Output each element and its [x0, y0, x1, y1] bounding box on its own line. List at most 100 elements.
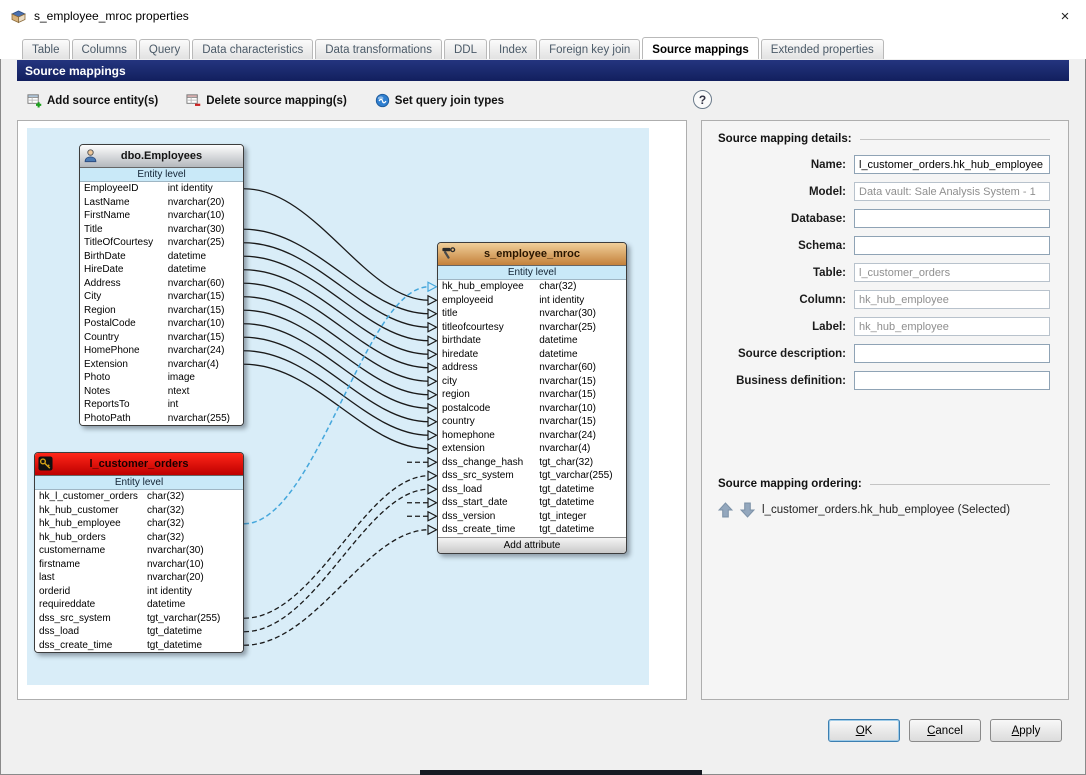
- set-query-join-types-button[interactable]: Set query join types: [375, 93, 504, 108]
- taskbar-sliver: [420, 770, 702, 775]
- column-row-firstname[interactable]: firstnamenvarchar(10): [35, 558, 243, 572]
- field-input-database[interactable]: [854, 209, 1050, 228]
- mapping-arrowhead: [428, 444, 437, 453]
- ok-button[interactable]: OK: [828, 719, 900, 742]
- diagram-canvas[interactable]: dbo.EmployeesEntity levelEmployeeIDint i…: [27, 128, 649, 685]
- column-row-titleofcourtesy[interactable]: titleofcourtesynvarchar(25): [438, 321, 626, 335]
- move-up-button[interactable]: [718, 502, 733, 518]
- mapping-wire[interactable]: [244, 489, 429, 632]
- column-row-homephone[interactable]: homephonenvarchar(24): [438, 429, 626, 443]
- field-input-name[interactable]: [854, 155, 1050, 174]
- column-row-title[interactable]: Titlenvarchar(30): [80, 223, 243, 237]
- column-row-hiredate[interactable]: hiredatedatetime: [438, 348, 626, 362]
- column-row-hiredate[interactable]: HireDatedatetime: [80, 263, 243, 277]
- column-name: FirstName: [84, 209, 168, 223]
- ordering-item[interactable]: l_customer_orders.hk_hub_employee (Selec…: [762, 504, 1010, 516]
- entity-l-customer-orders[interactable]: l_customer_ordersEntity levelhk_l_custom…: [34, 452, 244, 653]
- column-row-orderid[interactable]: orderidint identity: [35, 585, 243, 599]
- column-row-birthdate[interactable]: BirthDatedatetime: [80, 250, 243, 264]
- tab-columns[interactable]: Columns: [72, 39, 137, 59]
- column-row-postalcode[interactable]: postalcodenvarchar(10): [438, 402, 626, 416]
- column-type: tgt_integer: [539, 510, 622, 524]
- column-row-requireddate[interactable]: requireddatedatetime: [35, 598, 243, 612]
- column-row-hk-l-customer-orders[interactable]: hk_l_customer_orderschar(32): [35, 490, 243, 504]
- column-row-dss-load[interactable]: dss_loadtgt_datetime: [438, 483, 626, 497]
- field-label-column: Column:: [718, 294, 854, 306]
- delete-source-mapping-button[interactable]: Delete source mapping(s): [186, 93, 347, 108]
- add-source-entity-button[interactable]: Add source entity(s): [27, 93, 158, 108]
- tab-data-characteristics[interactable]: Data characteristics: [192, 39, 313, 59]
- tab-foreign-key-join[interactable]: Foreign key join: [539, 39, 640, 59]
- column-row-customername[interactable]: customernamenvarchar(30): [35, 544, 243, 558]
- column-row-address[interactable]: addressnvarchar(60): [438, 361, 626, 375]
- column-row-hk-hub-employee[interactable]: hk_hub_employeechar(32): [438, 280, 626, 294]
- column-row-dss-version[interactable]: dss_versiontgt_integer: [438, 510, 626, 524]
- entity-title: l_customer_orders: [89, 458, 188, 470]
- column-row-dss-start-date[interactable]: dss_start_datetgt_datetime: [438, 496, 626, 510]
- column-row-employeeid[interactable]: employeeidint identity: [438, 294, 626, 308]
- toolbar: Add source entity(s) Delete source mappi…: [17, 81, 1069, 120]
- column-row-postalcode[interactable]: PostalCodenvarchar(10): [80, 317, 243, 331]
- column-row-dss-src-system[interactable]: dss_src_systemtgt_varchar(255): [438, 469, 626, 483]
- tab-query[interactable]: Query: [139, 39, 190, 59]
- column-row-address[interactable]: Addressnvarchar(60): [80, 277, 243, 291]
- column-row-city[interactable]: citynvarchar(15): [438, 375, 626, 389]
- column-row-lastname[interactable]: LastNamenvarchar(20): [80, 196, 243, 210]
- column-row-photo[interactable]: Photoimage: [80, 371, 243, 385]
- column-row-titleofcourtesy[interactable]: TitleOfCourtesynvarchar(25): [80, 236, 243, 250]
- column-row-city[interactable]: Citynvarchar(15): [80, 290, 243, 304]
- column-row-extension[interactable]: extensionnvarchar(4): [438, 442, 626, 456]
- column-row-dss-create-time[interactable]: dss_create_timetgt_datetime: [438, 523, 626, 537]
- column-row-reportsto[interactable]: ReportsToint: [80, 398, 243, 412]
- column-type: char(32): [147, 531, 239, 545]
- column-row-photopath[interactable]: PhotoPathnvarchar(255): [80, 412, 243, 426]
- column-row-hk-hub-employee[interactable]: hk_hub_employeechar(32): [35, 517, 243, 531]
- field-input-schema[interactable]: [854, 236, 1050, 255]
- column-row-region[interactable]: regionnvarchar(15): [438, 388, 626, 402]
- column-row-firstname[interactable]: FirstNamenvarchar(10): [80, 209, 243, 223]
- column-type: char(32): [147, 517, 239, 531]
- column-row-dss-src-system[interactable]: dss_src_systemtgt_varchar(255): [35, 612, 243, 626]
- entity-s-employee-mroc[interactable]: s_employee_mrocEntity levelhk_hub_employ…: [437, 242, 627, 554]
- column-row-hk-hub-customer[interactable]: hk_hub_customerchar(32): [35, 504, 243, 518]
- tab-ddl[interactable]: DDL: [444, 39, 487, 59]
- help-button[interactable]: ?: [693, 90, 712, 109]
- cancel-button[interactable]: Cancel: [909, 719, 981, 742]
- column-name: orderid: [39, 585, 147, 599]
- tab-index[interactable]: Index: [489, 39, 537, 59]
- tab-table[interactable]: Table: [22, 39, 70, 59]
- tab-data-transformations[interactable]: Data transformations: [315, 39, 442, 59]
- column-row-employeeid[interactable]: EmployeeIDint identity: [80, 182, 243, 196]
- apply-button[interactable]: Apply: [990, 719, 1062, 742]
- column-row-country[interactable]: countrynvarchar(15): [438, 415, 626, 429]
- close-button[interactable]: ×: [1044, 0, 1086, 32]
- column-row-dss-change-hash[interactable]: dss_change_hashtgt_char(32): [438, 456, 626, 470]
- field-label-database: Database:: [718, 213, 854, 225]
- add-attribute-button[interactable]: Add attribute: [438, 537, 626, 553]
- column-row-hk-hub-orders[interactable]: hk_hub_orderschar(32): [35, 531, 243, 545]
- add-entity-icon: [27, 93, 42, 108]
- column-row-extension[interactable]: Extensionnvarchar(4): [80, 358, 243, 372]
- column-type: nvarchar(30): [539, 307, 622, 321]
- column-name: last: [39, 571, 147, 585]
- column-row-title[interactable]: titlenvarchar(30): [438, 307, 626, 321]
- column-row-homephone[interactable]: HomePhonenvarchar(24): [80, 344, 243, 358]
- column-row-dss-load[interactable]: dss_loadtgt_datetime: [35, 625, 243, 639]
- tab-source-mappings[interactable]: Source mappings: [642, 37, 759, 59]
- mapping-wire[interactable]: [244, 530, 429, 646]
- column-row-region[interactable]: Regionnvarchar(15): [80, 304, 243, 318]
- column-name: Country: [84, 331, 168, 345]
- column-row-notes[interactable]: Notesntext: [80, 385, 243, 399]
- column-row-country[interactable]: Countrynvarchar(15): [80, 331, 243, 345]
- entity-dbo-employees[interactable]: dbo.EmployeesEntity levelEmployeeIDint i…: [79, 144, 244, 426]
- column-row-birthdate[interactable]: birthdatedatetime: [438, 334, 626, 348]
- column-row-dss-create-time[interactable]: dss_create_timetgt_datetime: [35, 639, 243, 653]
- column-name: dss_src_system: [442, 469, 539, 483]
- field-input-source-description[interactable]: [854, 344, 1050, 363]
- move-down-button[interactable]: [740, 502, 755, 518]
- mapping-arrowhead: [428, 390, 437, 399]
- tab-extended-properties[interactable]: Extended properties: [761, 39, 884, 59]
- field-input-business-definition[interactable]: [854, 371, 1050, 390]
- column-row-last[interactable]: lastnvarchar(20): [35, 571, 243, 585]
- field-label-source-description: Source description:: [718, 348, 854, 360]
